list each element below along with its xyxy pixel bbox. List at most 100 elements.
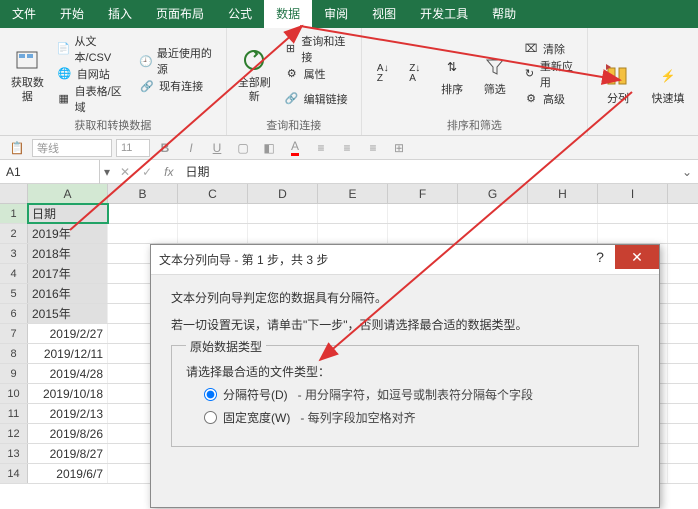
row-header[interactable]: 14 <box>0 464 28 483</box>
cell[interactable] <box>108 224 178 243</box>
formula-input[interactable]: 日期 <box>180 163 676 180</box>
align-left-button[interactable]: ≡ <box>310 138 332 158</box>
fixed-width-label[interactable]: 固定宽度(W) <box>223 409 290 426</box>
delimiter-radio[interactable] <box>204 388 217 401</box>
cell[interactable] <box>528 204 598 223</box>
row-header[interactable]: 1 <box>0 204 28 223</box>
cell[interactable]: 2015年 <box>28 304 108 323</box>
font-select[interactable]: 等线 <box>32 139 112 157</box>
fill-button[interactable]: ◧ <box>258 138 280 158</box>
col-header-C[interactable]: C <box>178 184 248 203</box>
paste-icon[interactable]: 📋 <box>6 138 28 158</box>
col-header-B[interactable]: B <box>108 184 178 203</box>
cell[interactable] <box>248 204 318 223</box>
row-header[interactable]: 3 <box>0 244 28 263</box>
from-web-button[interactable]: 🌐自网站 <box>53 63 129 85</box>
menu-data[interactable]: 数据 <box>264 0 312 28</box>
get-data-button[interactable]: 获取数 据 <box>8 32 47 115</box>
font-color-button[interactable]: A <box>284 138 306 158</box>
col-header-D[interactable]: D <box>248 184 318 203</box>
cell[interactable] <box>598 204 668 223</box>
text-to-columns-button[interactable]: 分列 <box>596 32 640 133</box>
cell[interactable] <box>528 224 598 243</box>
col-header-G[interactable]: G <box>458 184 528 203</box>
row-header[interactable]: 2 <box>0 224 28 243</box>
delimiter-label[interactable]: 分隔符号(D) <box>223 386 288 403</box>
help-button[interactable]: ? <box>585 245 615 269</box>
cell[interactable]: 2017年 <box>28 264 108 283</box>
menu-home[interactable]: 开始 <box>48 0 96 28</box>
row-header[interactable]: 7 <box>0 324 28 343</box>
fixed-width-radio[interactable] <box>204 411 217 424</box>
cell[interactable]: 2019/6/7 <box>28 464 108 483</box>
cell[interactable]: 2019/10/18 <box>28 384 108 403</box>
queries-button[interactable]: ⊞查询和连接 <box>280 38 353 60</box>
edit-links-button[interactable]: 🔗编辑链接 <box>280 88 353 110</box>
row-header[interactable]: 13 <box>0 444 28 463</box>
row-header[interactable]: 8 <box>0 344 28 363</box>
fx-icon[interactable]: fx <box>158 165 179 179</box>
col-header-E[interactable]: E <box>318 184 388 203</box>
cell[interactable] <box>458 224 528 243</box>
merge-button[interactable]: ⊞ <box>388 138 410 158</box>
clear-filter-button[interactable]: ⌧清除 <box>519 38 579 60</box>
row-header[interactable]: 9 <box>0 364 28 383</box>
row-header[interactable]: 4 <box>0 264 28 283</box>
menu-dev[interactable]: 开发工具 <box>408 0 480 28</box>
align-right-button[interactable]: ≡ <box>362 138 384 158</box>
italic-button[interactable]: I <box>180 138 202 158</box>
cell[interactable]: 日期 <box>28 204 108 223</box>
align-center-button[interactable]: ≡ <box>336 138 358 158</box>
cell[interactable] <box>178 204 248 223</box>
cell[interactable] <box>248 224 318 243</box>
size-select[interactable]: 11 <box>116 139 150 157</box>
name-dropdown-icon[interactable]: ▾ <box>100 165 114 179</box>
close-button[interactable]: ✕ <box>615 245 659 269</box>
border-button[interactable]: ▢ <box>232 138 254 158</box>
sort-za-button[interactable]: Z↓A <box>402 32 428 115</box>
refresh-all-button[interactable]: 全部刷新 <box>235 32 274 115</box>
select-all-corner[interactable] <box>0 184 28 203</box>
from-table-button[interactable]: ▦自表格/区域 <box>53 88 129 110</box>
cell[interactable]: 2019/12/11 <box>28 344 108 363</box>
sort-button[interactable]: ⇅ 排序 <box>434 32 471 115</box>
cell[interactable] <box>108 204 178 223</box>
menu-insert[interactable]: 插入 <box>96 0 144 28</box>
sort-az-button[interactable]: A↓Z <box>370 32 396 115</box>
cell[interactable]: 2019/2/27 <box>28 324 108 343</box>
col-header-H[interactable]: H <box>528 184 598 203</box>
reapply-button[interactable]: ↻重新应用 <box>519 63 579 85</box>
menu-help[interactable]: 帮助 <box>480 0 528 28</box>
filter-button[interactable]: 筛选 <box>476 32 513 115</box>
row-header[interactable]: 11 <box>0 404 28 423</box>
expand-icon[interactable]: ⌄ <box>676 165 698 179</box>
bold-button[interactable]: B <box>154 138 176 158</box>
row-header[interactable]: 10 <box>0 384 28 403</box>
cell[interactable]: 2018年 <box>28 244 108 263</box>
existing-conn-button[interactable]: 🔗现有连接 <box>135 75 218 97</box>
from-csv-button[interactable]: 📄从文本/CSV <box>53 38 129 60</box>
cell[interactable] <box>458 204 528 223</box>
recent-sources-button[interactable]: 🕘最近使用的源 <box>135 50 218 72</box>
cell[interactable]: 2019/4/28 <box>28 364 108 383</box>
cell[interactable] <box>388 204 458 223</box>
row-header[interactable]: 12 <box>0 424 28 443</box>
menu-formula[interactable]: 公式 <box>216 0 264 28</box>
confirm-icon[interactable]: ✓ <box>136 165 158 179</box>
name-box[interactable]: A1 <box>0 160 100 184</box>
menu-layout[interactable]: 页面布局 <box>144 0 216 28</box>
cell[interactable] <box>178 224 248 243</box>
col-header-F[interactable]: F <box>388 184 458 203</box>
row-header[interactable]: 5 <box>0 284 28 303</box>
dialog-titlebar[interactable]: 文本分列向导 - 第 1 步，共 3 步 ? ✕ <box>151 245 659 275</box>
row-header[interactable]: 6 <box>0 304 28 323</box>
cancel-icon[interactable]: ✕ <box>114 165 136 179</box>
underline-button[interactable]: U <box>206 138 228 158</box>
cell[interactable] <box>598 224 668 243</box>
cell[interactable] <box>318 224 388 243</box>
col-header-I[interactable]: I <box>598 184 668 203</box>
cell[interactable]: 2019/8/27 <box>28 444 108 463</box>
col-header-A[interactable]: A <box>28 184 108 203</box>
menu-review[interactable]: 审阅 <box>312 0 360 28</box>
cell[interactable]: 2019年 <box>28 224 108 243</box>
